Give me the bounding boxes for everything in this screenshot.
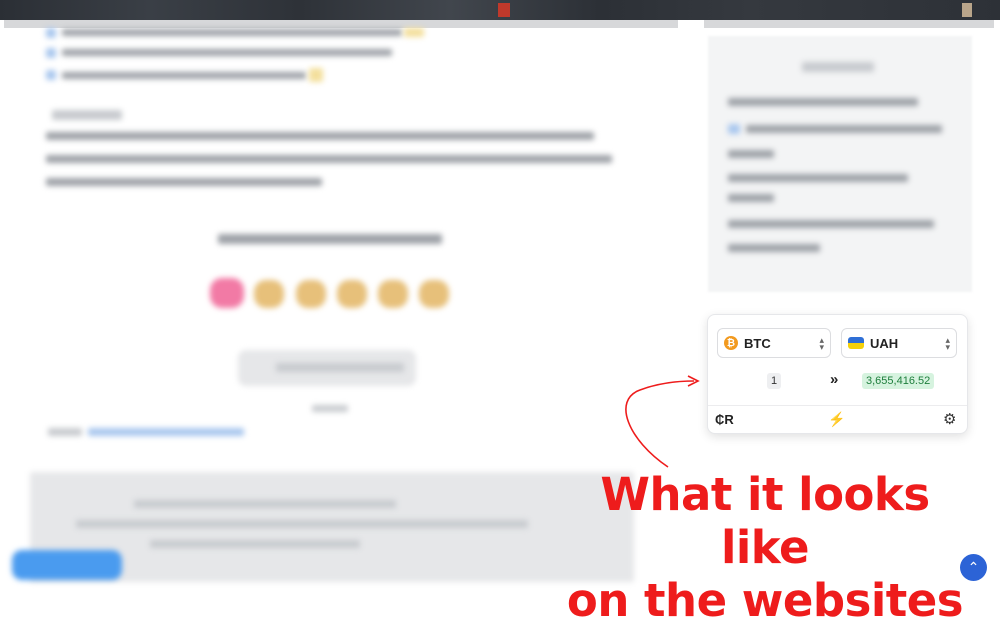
chevron-up-icon: ⌃	[967, 559, 980, 575]
annotation-caption: What it looks like on the websites	[560, 468, 970, 627]
annotation-line-1: What it looks like	[600, 468, 930, 574]
annotation-line-2: on the websites	[566, 574, 964, 627]
scroll-to-top-button[interactable]: ⌃	[960, 554, 987, 581]
